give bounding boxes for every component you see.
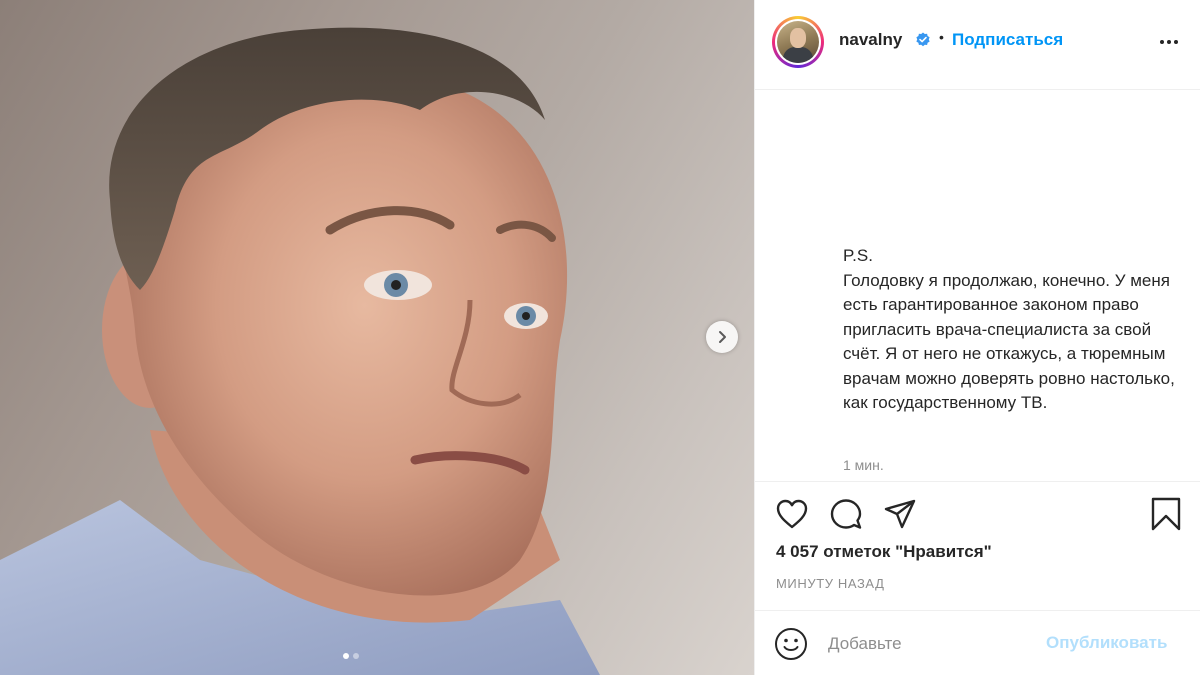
paper-plane-icon: [884, 499, 916, 529]
heart-icon: [776, 499, 808, 529]
comment-button[interactable]: [828, 496, 864, 532]
post-caption: P.S. Голодовку я продолжаю, конечно. У м…: [843, 244, 1183, 416]
carousel-dot: [353, 653, 359, 659]
comment-form: Опубликовать: [755, 610, 1200, 675]
share-button[interactable]: [882, 496, 918, 532]
post-details-panel: navalny • Подписаться P.S. Голодовку я п…: [754, 0, 1200, 675]
caption-time[interactable]: 1 мин.: [843, 457, 884, 473]
avatar[interactable]: [772, 16, 824, 68]
username-link[interactable]: navalny: [839, 30, 902, 50]
likes-count[interactable]: 4 057 отметок "Нравится": [776, 542, 992, 562]
verified-badge-icon: [916, 32, 930, 47]
carousel-indicator: [343, 653, 359, 659]
chevron-right-icon: [719, 331, 726, 343]
post-timestamp[interactable]: МИНУТУ НАЗАД: [776, 576, 885, 591]
publish-button[interactable]: Опубликовать: [1046, 633, 1167, 653]
bookmark-icon: [1151, 497, 1181, 531]
carousel-dot-active: [343, 653, 349, 659]
like-button[interactable]: [774, 496, 810, 532]
caption-text: Голодовку я продолжаю, конечно. У меня е…: [843, 270, 1175, 413]
save-button[interactable]: [1148, 496, 1184, 532]
comment-input[interactable]: [828, 630, 1038, 658]
carousel-next-button[interactable]: [706, 321, 738, 353]
follow-button[interactable]: Подписаться: [952, 30, 1063, 50]
post-actions: 4 057 отметок "Нравится" МИНУТУ НАЗАД Оп…: [755, 481, 1200, 675]
post-photo: [0, 27, 600, 675]
post-media[interactable]: [0, 0, 754, 675]
more-options-icon[interactable]: [1157, 30, 1181, 54]
caption-line: P.S.: [843, 246, 873, 265]
separator-dot: •: [939, 29, 944, 45]
comment-bubble-icon: [830, 499, 862, 529]
smiley-icon[interactable]: [774, 627, 808, 661]
post-header: navalny • Подписаться: [755, 0, 1200, 90]
